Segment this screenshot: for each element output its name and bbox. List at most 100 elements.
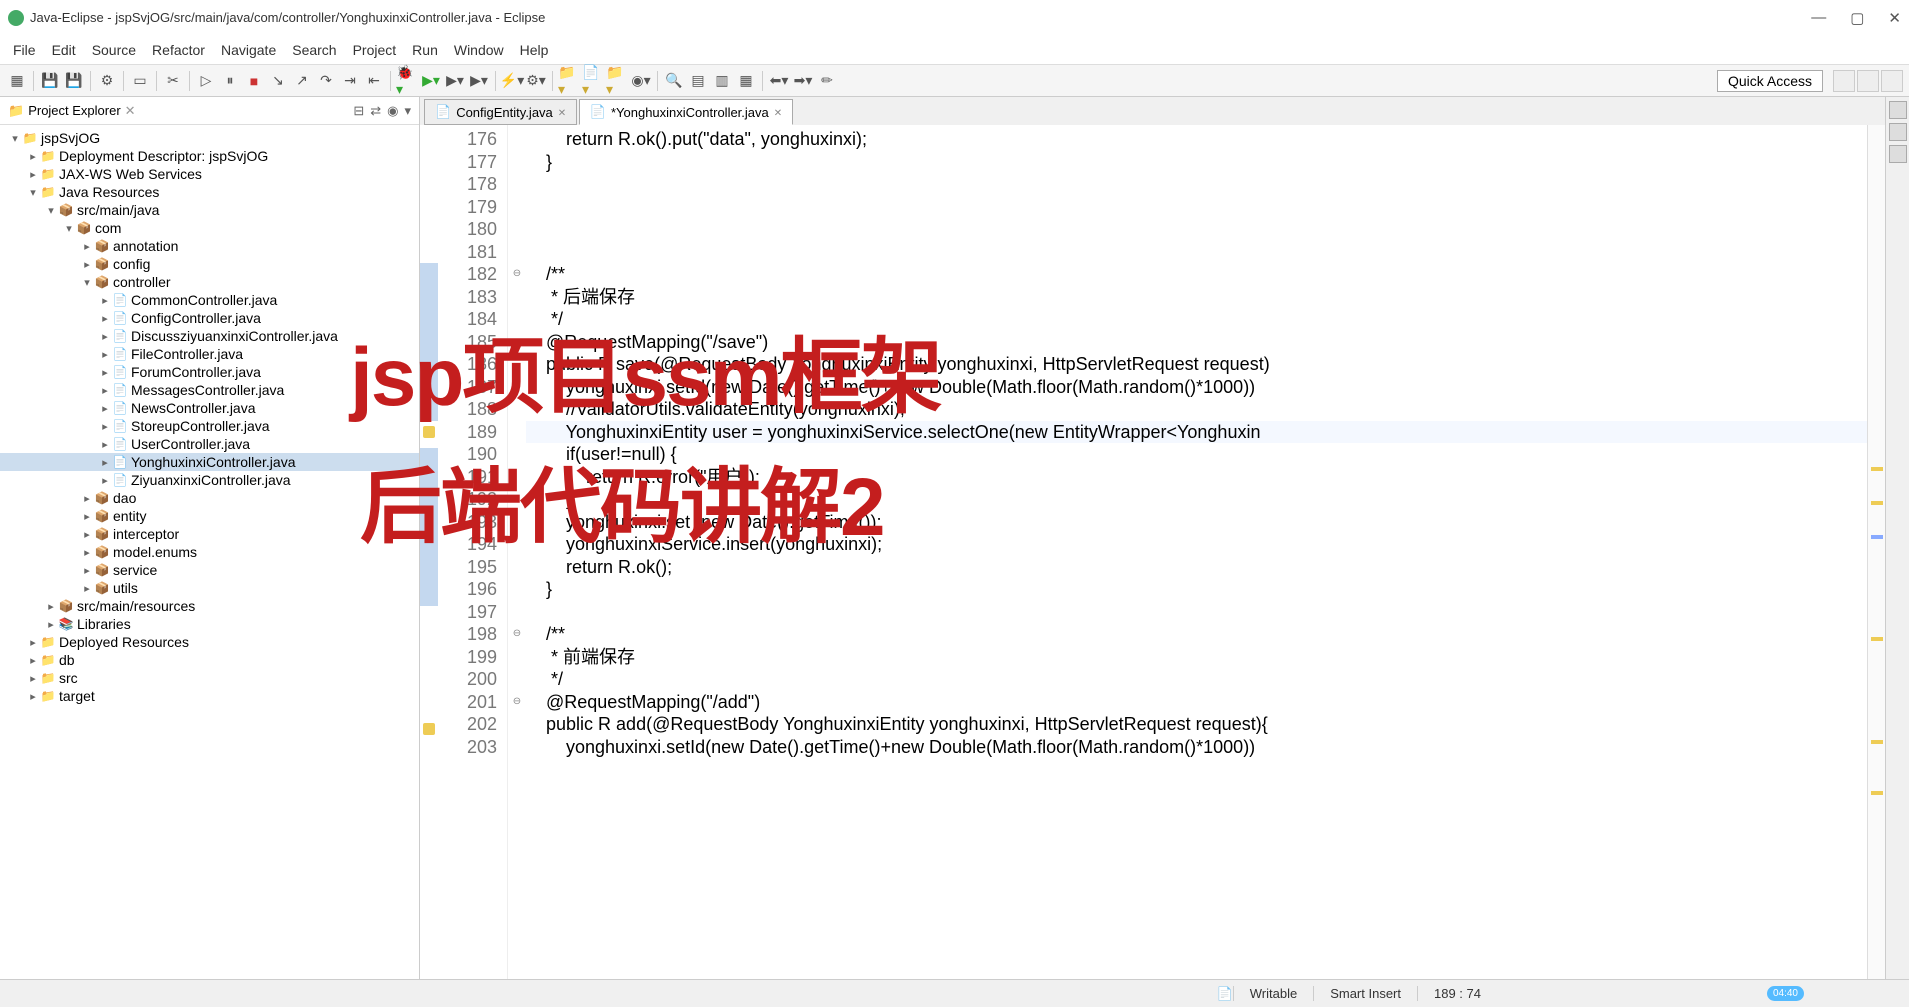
tree-node[interactable]: ▾📁Java Resources: [0, 183, 419, 201]
tree-node[interactable]: ▸📦annotation: [0, 237, 419, 255]
minimize-button[interactable]: —: [1811, 9, 1826, 27]
new-class-icon[interactable]: 📄▾: [582, 70, 604, 92]
server-icon[interactable]: ▶▾: [468, 70, 490, 92]
tree-node[interactable]: ▸📦config: [0, 255, 419, 273]
build-icon[interactable]: ⚙: [96, 70, 118, 92]
persp-icon[interactable]: [1881, 70, 1903, 92]
link-editor-icon[interactable]: ⇄: [370, 103, 381, 119]
tree-node[interactable]: ▸📦service: [0, 561, 419, 579]
collapse-all-icon[interactable]: ⊟: [353, 103, 364, 119]
tree-node[interactable]: ▸📁target: [0, 687, 419, 705]
new-icon[interactable]: ▦: [6, 70, 28, 92]
tool-icon[interactable]: ▥: [711, 70, 733, 92]
tree-node[interactable]: ▸📦entity: [0, 507, 419, 525]
menu-help[interactable]: Help: [512, 38, 557, 62]
tree-node[interactable]: ▸📄UserController.java: [0, 435, 419, 453]
menu-window[interactable]: Window: [446, 38, 512, 62]
step-icon[interactable]: ⇤: [363, 70, 385, 92]
menu-edit[interactable]: Edit: [44, 38, 84, 62]
pause-icon[interactable]: ⏸: [219, 70, 241, 92]
focus-icon[interactable]: ◉: [387, 103, 398, 119]
tool-icon[interactable]: ◉▾: [630, 70, 652, 92]
tool-icon[interactable]: ✂: [162, 70, 184, 92]
menu-navigate[interactable]: Navigate: [213, 38, 284, 62]
code-editor[interactable]: 1761771781791801811821831841851861871881…: [420, 125, 1885, 979]
save-all-icon[interactable]: 💾: [63, 70, 85, 92]
tree-node[interactable]: ▸📄StoreupController.java: [0, 417, 419, 435]
project-tree[interactable]: ▾📁jspSvjOG▸📁Deployment Descriptor: jspSv…: [0, 125, 419, 979]
step-icon[interactable]: ⇥: [339, 70, 361, 92]
tree-node[interactable]: ▾📦com: [0, 219, 419, 237]
tree-node[interactable]: ▸📄FileController.java: [0, 345, 419, 363]
close-tab-icon[interactable]: ✕: [558, 108, 566, 116]
line-number-ruler: 1761771781791801811821831841851861871881…: [438, 125, 508, 979]
minimized-view-icon[interactable]: [1889, 123, 1907, 141]
tree-node[interactable]: ▸📁JAX-WS Web Services: [0, 165, 419, 183]
tree-node[interactable]: ▸📦interceptor: [0, 525, 419, 543]
close-tab-icon[interactable]: ✕: [774, 108, 782, 116]
tree-node[interactable]: ▸📦model.enums: [0, 543, 419, 561]
editor-tab[interactable]: 📄*YonghuxinxiController.java✕: [579, 99, 793, 125]
tree-node[interactable]: ▸📁db: [0, 651, 419, 669]
title-bar: Java-Eclipse - jspSvjOG/src/main/java/co…: [0, 0, 1909, 35]
tool-icon[interactable]: ▭: [129, 70, 151, 92]
tree-node[interactable]: ▸📦utils: [0, 579, 419, 597]
tree-node[interactable]: ▸📄ConfigController.java: [0, 309, 419, 327]
coverage-icon[interactable]: ▶▾: [444, 70, 466, 92]
tree-node[interactable]: ▸📁src: [0, 669, 419, 687]
save-icon[interactable]: 💾: [39, 70, 61, 92]
view-menu-icon[interactable]: ▾: [404, 103, 411, 119]
tree-node[interactable]: ▾📦controller: [0, 273, 419, 291]
maximize-button[interactable]: ▢: [1850, 9, 1864, 27]
close-button[interactable]: ✕: [1888, 9, 1901, 27]
tree-node[interactable]: ▾📦src/main/java: [0, 201, 419, 219]
tree-node[interactable]: ▸📚Libraries: [0, 615, 419, 633]
tree-node[interactable]: ▸📄NewsController.java: [0, 399, 419, 417]
quick-access-input[interactable]: Quick Access: [1717, 70, 1823, 92]
minimized-view-icon[interactable]: [1889, 101, 1907, 119]
overview-ruler[interactable]: [1867, 125, 1885, 979]
new-pkg-icon[interactable]: 📁▾: [558, 70, 580, 92]
nav-back-icon[interactable]: ⬅▾: [768, 70, 790, 92]
tree-node[interactable]: ▸📄ForumController.java: [0, 363, 419, 381]
menu-source[interactable]: Source: [84, 38, 144, 62]
code-text-area[interactable]: return R.ok().put("data", yonghuxinxi); …: [526, 125, 1867, 979]
menu-file[interactable]: File: [5, 38, 44, 62]
editor-tab[interactable]: 📄ConfigEntity.java✕: [424, 99, 577, 125]
tree-node[interactable]: ▸📦dao: [0, 489, 419, 507]
close-view-icon[interactable]: ✕: [125, 103, 136, 119]
menu-search[interactable]: Search: [284, 38, 344, 62]
persp-java-icon[interactable]: [1833, 70, 1855, 92]
tree-node[interactable]: ▸📄CommonController.java: [0, 291, 419, 309]
tool-icon[interactable]: ▤: [687, 70, 709, 92]
step-icon[interactable]: ↗: [291, 70, 313, 92]
step-icon[interactable]: ↷: [315, 70, 337, 92]
folding-ruler[interactable]: ⊖⊖⊖: [508, 125, 526, 979]
debug-icon[interactable]: 🐞▾: [396, 70, 418, 92]
minimized-view-icon[interactable]: [1889, 145, 1907, 163]
menu-project[interactable]: Project: [345, 38, 405, 62]
tree-node[interactable]: ▸📄YonghuxinxiController.java: [0, 453, 419, 471]
tree-node[interactable]: ▸📄DiscussziyuanxinxiController.java: [0, 327, 419, 345]
tree-node[interactable]: ▾📁jspSvjOG: [0, 129, 419, 147]
run-icon[interactable]: ▶▾: [420, 70, 442, 92]
persp-debug-icon[interactable]: [1857, 70, 1879, 92]
tool-icon[interactable]: ⚙▾: [525, 70, 547, 92]
tree-node[interactable]: ▸📁Deployment Descriptor: jspSvjOG: [0, 147, 419, 165]
stop-icon[interactable]: ■: [243, 70, 265, 92]
menu-run[interactable]: Run: [404, 38, 446, 62]
tree-node[interactable]: ▸📦src/main/resources: [0, 597, 419, 615]
tool-icon[interactable]: ⚡▾: [501, 70, 523, 92]
tool-icon[interactable]: ▦: [735, 70, 757, 92]
tool-icon[interactable]: ✏: [816, 70, 838, 92]
tree-node[interactable]: ▸📄ZiyuanxinxiController.java: [0, 471, 419, 489]
nav-fwd-icon[interactable]: ➡▾: [792, 70, 814, 92]
annotation-ruler[interactable]: [420, 125, 438, 979]
tree-node[interactable]: ▸📄MessagesController.java: [0, 381, 419, 399]
skip-icon[interactable]: ▷: [195, 70, 217, 92]
step-icon[interactable]: ↘: [267, 70, 289, 92]
new-icon[interactable]: 📁▾: [606, 70, 628, 92]
search-icon[interactable]: 🔍: [663, 70, 685, 92]
tree-node[interactable]: ▸📁Deployed Resources: [0, 633, 419, 651]
menu-refactor[interactable]: Refactor: [144, 38, 213, 62]
